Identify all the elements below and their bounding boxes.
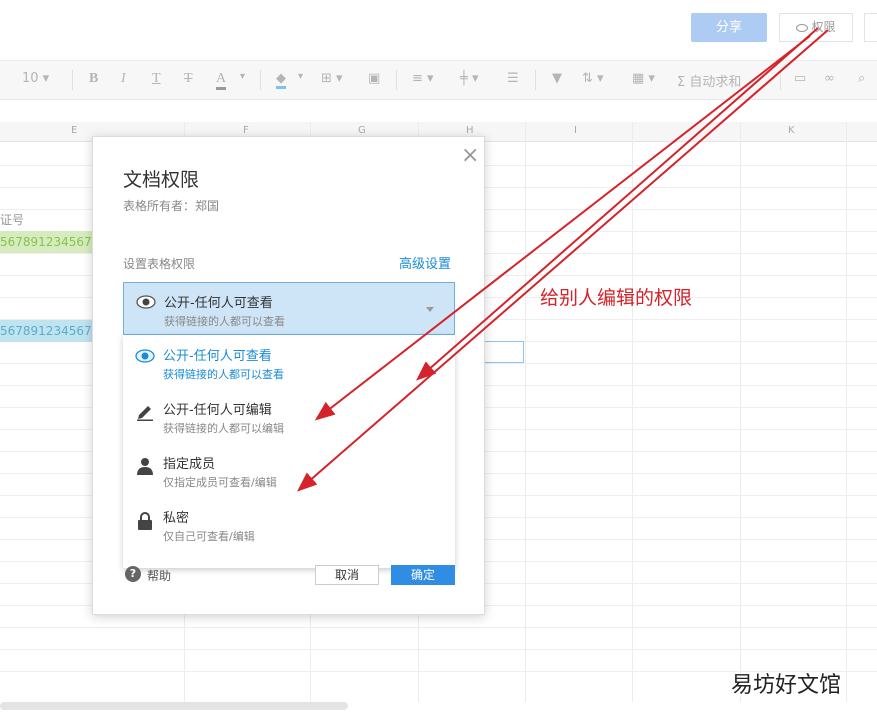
arrow-to-select: [415, 27, 819, 381]
watermark: 易坊好文馆: [731, 673, 842, 698]
annotation-text: 给别人编辑的权限: [540, 287, 693, 309]
arrow-to-public-edit: [314, 35, 811, 421]
arrow-to-members: [296, 29, 829, 492]
annotation-arrows: [296, 27, 829, 492]
